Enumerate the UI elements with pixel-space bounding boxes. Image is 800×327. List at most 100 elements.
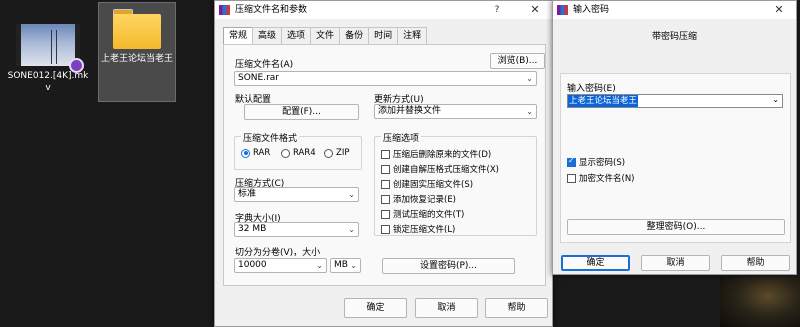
radio-rar4[interactable]: RAR4 bbox=[281, 148, 316, 158]
chevron-down-icon: ⌄ bbox=[348, 225, 355, 234]
help-title-button[interactable]: ? bbox=[490, 1, 504, 19]
tab-advanced[interactable]: 高级 bbox=[252, 27, 283, 44]
main-titlebar: 压缩文件名和参数 ? ✕ bbox=[215, 1, 552, 19]
option-label: 锁定压缩文件(L) bbox=[393, 225, 456, 235]
background-image bbox=[720, 276, 800, 327]
checkbox bbox=[381, 179, 390, 189]
profiles-button[interactable]: 配置(F)... bbox=[244, 104, 359, 120]
tab-strip: 常规 高级 选项 文件 备份 时间 注释 bbox=[223, 27, 428, 45]
password-dialog: 输入密码 ✕ 带密码压缩 输入密码(E) 上老王论坛当老王 ⌄ 显示密码(S) … bbox=[552, 0, 797, 275]
winrar-app-icon bbox=[219, 5, 230, 15]
checkbox bbox=[381, 224, 390, 234]
enter-password-label: 输入密码(E) bbox=[567, 84, 616, 94]
cancel-button[interactable]: 取消 bbox=[415, 298, 478, 318]
radio-dot bbox=[324, 148, 333, 158]
pw-ok-button[interactable]: 确定 bbox=[561, 255, 630, 271]
method-value: 标准 bbox=[238, 189, 257, 199]
chevron-down-icon: ⌄ bbox=[316, 261, 323, 270]
pw-help-button[interactable]: 帮助 bbox=[721, 255, 790, 271]
set-password-button[interactable]: 设置密码(P)... bbox=[382, 258, 515, 274]
general-tab-panel: 压缩文件名(A) 浏览(B)... SONE.rar ⌄ 默认配置 配置(F).… bbox=[223, 44, 546, 286]
show-password-label: 显示密码(S) bbox=[579, 158, 626, 168]
password-heading: 带密码压缩 bbox=[651, 32, 697, 42]
radio-zip-label: ZIP bbox=[336, 148, 350, 158]
password-value: 上老王论坛当老王 bbox=[568, 95, 639, 107]
split-unit-value: MB bbox=[334, 260, 348, 270]
video-file-label: SONE012.[4K].mkv bbox=[7, 71, 89, 93]
browse-button[interactable]: 浏览(B)... bbox=[490, 53, 545, 69]
option-delete-after[interactable]: 压缩后删除原来的文件(D) bbox=[381, 148, 491, 160]
encrypt-names-label: 加密文件名(N) bbox=[579, 174, 635, 184]
media-player-badge-icon bbox=[69, 58, 84, 73]
tower-graphic bbox=[51, 30, 57, 64]
method-combo[interactable]: 标准 ⌄ bbox=[234, 187, 359, 202]
archive-name-combo[interactable]: SONE.rar ⌄ bbox=[234, 71, 537, 86]
chevron-down-icon: ⌄ bbox=[526, 74, 533, 83]
archive-options-dialog: 压缩文件名和参数 ? ✕ 常规 高级 选项 文件 备份 时间 注释 压缩文件名(… bbox=[214, 0, 553, 327]
tab-comment[interactable]: 注释 bbox=[397, 27, 428, 44]
option-test[interactable]: 测试压缩的文件(T) bbox=[381, 208, 464, 220]
radio-rar4-label: RAR4 bbox=[293, 148, 316, 158]
ok-button[interactable]: 确定 bbox=[344, 298, 407, 318]
main-dialog-title: 压缩文件名和参数 bbox=[235, 5, 308, 15]
checkbox bbox=[567, 173, 576, 183]
encrypt-names-checkbox[interactable]: 加密文件名(N) bbox=[567, 172, 635, 184]
tab-general[interactable]: 常规 bbox=[223, 27, 254, 45]
chevron-down-icon: ⌄ bbox=[772, 95, 779, 104]
option-sfx[interactable]: 创建自解压格式压缩文件(X) bbox=[381, 163, 499, 175]
password-input[interactable]: 上老王论坛当老王 ⌄ bbox=[567, 94, 783, 108]
show-password-checkbox[interactable]: 显示密码(S) bbox=[567, 156, 625, 168]
format-group: 压缩文件格式 RAR RAR4 ZIP bbox=[234, 131, 362, 170]
checkbox bbox=[381, 209, 390, 219]
desktop-folder[interactable]: 上老王论坛当老王 bbox=[98, 2, 176, 102]
archive-name-label: 压缩文件名(A) bbox=[235, 60, 294, 70]
chevron-down-icon: ⌄ bbox=[348, 190, 355, 199]
close-icon[interactable]: ✕ bbox=[772, 1, 786, 19]
desktop-file-video[interactable]: SONE012.[4K].mkv bbox=[6, 24, 90, 94]
winrar-app-icon bbox=[557, 5, 568, 15]
checkbox bbox=[381, 194, 390, 204]
split-unit-combo[interactable]: MB ⌄ bbox=[330, 258, 361, 273]
radio-zip[interactable]: ZIP bbox=[324, 148, 349, 158]
radio-rar[interactable]: RAR bbox=[241, 148, 270, 158]
format-group-title: 压缩文件格式 bbox=[241, 131, 300, 144]
radio-rar-label: RAR bbox=[253, 148, 271, 158]
close-icon[interactable]: ✕ bbox=[528, 1, 542, 19]
options-group: 压缩选项 压缩后删除原来的文件(D) 创建自解压格式压缩文件(X) 创建固实压缩… bbox=[374, 131, 537, 236]
dict-size-value: 32 MB bbox=[238, 224, 267, 234]
split-size-combo[interactable]: 10000 ⌄ bbox=[234, 258, 327, 273]
option-label: 压缩后删除原来的文件(D) bbox=[393, 150, 492, 160]
tab-options[interactable]: 选项 bbox=[281, 27, 312, 44]
chevron-down-icon: ⌄ bbox=[526, 107, 533, 116]
option-solid[interactable]: 创建固实压缩文件(S) bbox=[381, 178, 473, 190]
folder-label: 上老王论坛当老王 bbox=[100, 54, 173, 64]
option-label: 添加恢复记录(E) bbox=[393, 195, 457, 205]
options-group-title: 压缩选项 bbox=[381, 131, 422, 144]
chevron-down-icon: ⌄ bbox=[350, 261, 357, 270]
organize-passwords-button[interactable]: 整理密码(O)... bbox=[567, 219, 785, 235]
split-size-value: 10000 bbox=[238, 260, 267, 270]
option-lock[interactable]: 锁定压缩文件(L) bbox=[381, 223, 455, 235]
radio-dot bbox=[281, 148, 290, 158]
checkbox bbox=[381, 149, 390, 159]
password-dialog-title: 输入密码 bbox=[573, 5, 610, 15]
option-recovery[interactable]: 添加恢复记录(E) bbox=[381, 193, 456, 205]
folder-icon bbox=[113, 9, 161, 49]
tab-time[interactable]: 时间 bbox=[368, 27, 399, 44]
tab-files[interactable]: 文件 bbox=[310, 27, 341, 44]
pw-cancel-button[interactable]: 取消 bbox=[641, 255, 710, 271]
password-titlebar: 输入密码 ✕ bbox=[553, 1, 796, 19]
checkbox bbox=[567, 156, 576, 167]
update-mode-combo[interactable]: 添加并替换文件 ⌄ bbox=[374, 104, 537, 119]
option-label: 创建固实压缩文件(S) bbox=[393, 180, 474, 190]
help-button[interactable]: 帮助 bbox=[485, 298, 548, 318]
checkbox bbox=[381, 164, 390, 174]
option-label: 创建自解压格式压缩文件(X) bbox=[393, 165, 499, 175]
radio-dot bbox=[241, 148, 250, 158]
option-label: 测试压缩的文件(T) bbox=[393, 210, 465, 220]
dict-size-combo[interactable]: 32 MB ⌄ bbox=[234, 222, 359, 237]
update-mode-value: 添加并替换文件 bbox=[378, 106, 442, 116]
split-label: 切分为分卷(V)，大小 bbox=[235, 248, 321, 258]
tab-backup[interactable]: 备份 bbox=[339, 27, 370, 44]
video-thumbnail-icon bbox=[16, 24, 84, 73]
